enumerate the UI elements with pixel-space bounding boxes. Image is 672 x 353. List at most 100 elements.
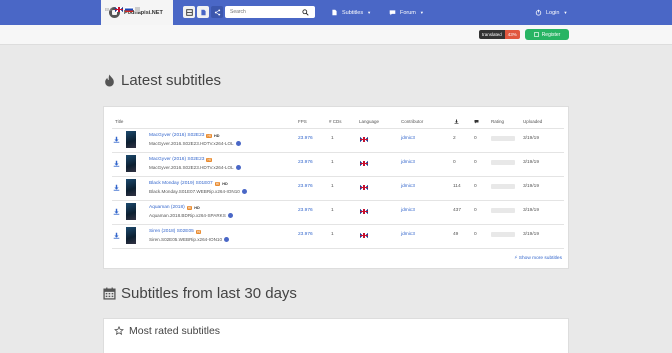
nav-forum[interactable]: Forum ▼ [389,0,424,25]
user-plus-icon [533,32,539,37]
uploaded-date: 3/19/19 [523,184,540,189]
ru-flag-icon[interactable] [124,7,133,12]
cds-value: 1 [331,136,334,141]
downloads-count: 114 [453,184,461,189]
comments-count: 0 [474,136,477,141]
release-name: MacGyver.2016.S02E23.HDTV.x264-LOL [149,165,241,170]
caret-down-icon: ▼ [367,10,372,15]
nav-subtitles[interactable]: Subtitles ▼ [331,0,371,25]
download-icon[interactable] [113,208,120,215]
register-button[interactable]: Register [525,29,569,40]
other-flag-icon[interactable] [134,7,140,12]
search-input[interactable] [225,9,301,15]
caret-down-icon: ▼ [563,10,568,15]
subtitle-title-link[interactable]: Aquaman (2018) HI HD [149,205,200,210]
subtitle-title-link[interactable]: Black Monday (2019) S01E07 HI HD [149,181,228,186]
share-button[interactable] [211,6,223,18]
subtitle-title: Siren (2018) S02E05 [149,229,194,234]
translated-badge: translated 43% [479,30,520,39]
poster-thumbnail[interactable] [126,155,136,172]
cds-value: 1 [331,160,334,165]
last30-heading-text: Subtitles from last 30 days [121,285,297,302]
nav-login[interactable]: Login ▼ [535,0,567,25]
cds-value: 1 [331,232,334,237]
info-icon[interactable] [235,165,241,170]
table-row: Siren (2018) S02E05 HI Siren.S02E05.WEBR… [104,225,570,248]
info-icon[interactable] [224,237,230,242]
subtitle-title-link[interactable]: Siren (2018) S02E05 HI [149,229,203,234]
fps-value[interactable]: 23.976 [298,232,313,237]
release-name: Siren.S02E05.WEBRip.x264-ION10 [149,237,230,242]
contributor-link[interactable]: jdmic3 [401,160,415,165]
table-row: Black Monday (2019) S01E07 HI HD Black.M… [104,177,570,200]
contributor-link[interactable]: jdmic3 [401,232,415,237]
fire-icon [105,74,114,87]
power-icon [535,9,542,16]
subtitle-title-link[interactable]: MacGyver (2016) S02E23 HI [149,157,214,162]
search-icon[interactable] [301,8,310,17]
document-button[interactable] [197,6,209,18]
poster-thumbnail[interactable] [126,131,136,148]
hearing-impaired-icon: HI [195,229,202,234]
caret-down-icon: ▼ [419,10,424,15]
download-icon[interactable] [113,136,120,143]
show-more-subtitles-link[interactable]: ⚡ Show more subtitles [514,256,562,261]
download-icon[interactable] [113,160,120,167]
downloads-count: 2 [453,136,456,141]
poster-thumbnail[interactable] [126,227,136,244]
subtitle-title: MacGyver (2016) S02E23 [149,157,205,162]
fps-value[interactable]: 23.976 [298,184,313,189]
comments-count: 0 [474,160,477,165]
subtitle-title: Black Monday (2019) S01E07 [149,181,213,186]
table-row: MacGyver (2016) S02E23 HI HD MacGyver.20… [104,129,570,152]
download-icon[interactable] [113,232,120,239]
latest-heading: Latest subtitles [103,72,221,89]
document-icon [332,9,337,16]
col-uploaded: Uploaded [523,119,543,124]
release-text: Black.Monday.S01E07.WEBRip.x264-ION10 [149,189,240,194]
release-name: MacGyver.2016.S02E23.HDTV.x264-LOL [149,141,241,146]
divider [112,248,564,249]
share-icon [214,8,220,16]
fps-value[interactable]: 23.976 [298,208,313,213]
subtitle-title: Aquaman (2018) [149,205,185,210]
release-text: Siren.S02E05.WEBRip.x264-ION10 [149,237,223,242]
info-icon[interactable] [235,141,241,146]
calendar-icon [103,287,116,300]
download-icon[interactable] [113,184,120,191]
rating-bar [491,160,515,165]
most-rated-heading: Most rated subtitles [114,325,220,337]
nav-forum-label: Forum [400,9,416,16]
subtitle-title: MacGyver (2016) S02E23 [149,133,205,138]
lang-prefix: BUI [105,7,113,12]
rating-bar [491,136,515,141]
hearing-impaired-icon: HI [214,181,221,186]
fps-value[interactable]: 23.976 [298,136,313,141]
search-box [225,6,315,18]
contributor-link[interactable]: jdmic3 [401,136,415,141]
nav-login-label: Login [546,9,560,16]
hearing-impaired-icon: HI [206,133,212,138]
english-flag-icon [360,161,368,168]
english-flag-icon [360,233,368,240]
info-icon[interactable] [241,189,247,194]
translated-label: translated [479,30,505,39]
hearing-impaired-icon: HI [206,157,212,162]
uk-flag-icon[interactable] [114,7,123,12]
release-name: Black.Monday.S01E07.WEBRip.x264-ION10 [149,189,247,194]
contributor-link[interactable]: jdmic3 [401,184,415,189]
contributor-link[interactable]: jdmic3 [401,208,415,213]
comments-count: 0 [474,184,477,189]
poster-thumbnail[interactable] [126,203,136,220]
brand-logo-link[interactable]: Podnapisi.NET [101,0,173,25]
info-icon[interactable] [227,213,233,218]
fps-value[interactable]: 23.976 [298,160,313,165]
table-row: Aquaman (2018) HI HD Aquaman.2018.BDRip.… [104,201,570,224]
grid-icon [185,8,193,16]
rating-bar [491,184,515,189]
col-comments-icon [474,119,479,125]
grid-view-button[interactable] [183,6,195,18]
poster-thumbnail[interactable] [126,179,136,196]
subtitle-title-link[interactable]: MacGyver (2016) S02E23 HI HD [149,133,219,138]
secondary-bar [0,25,672,45]
